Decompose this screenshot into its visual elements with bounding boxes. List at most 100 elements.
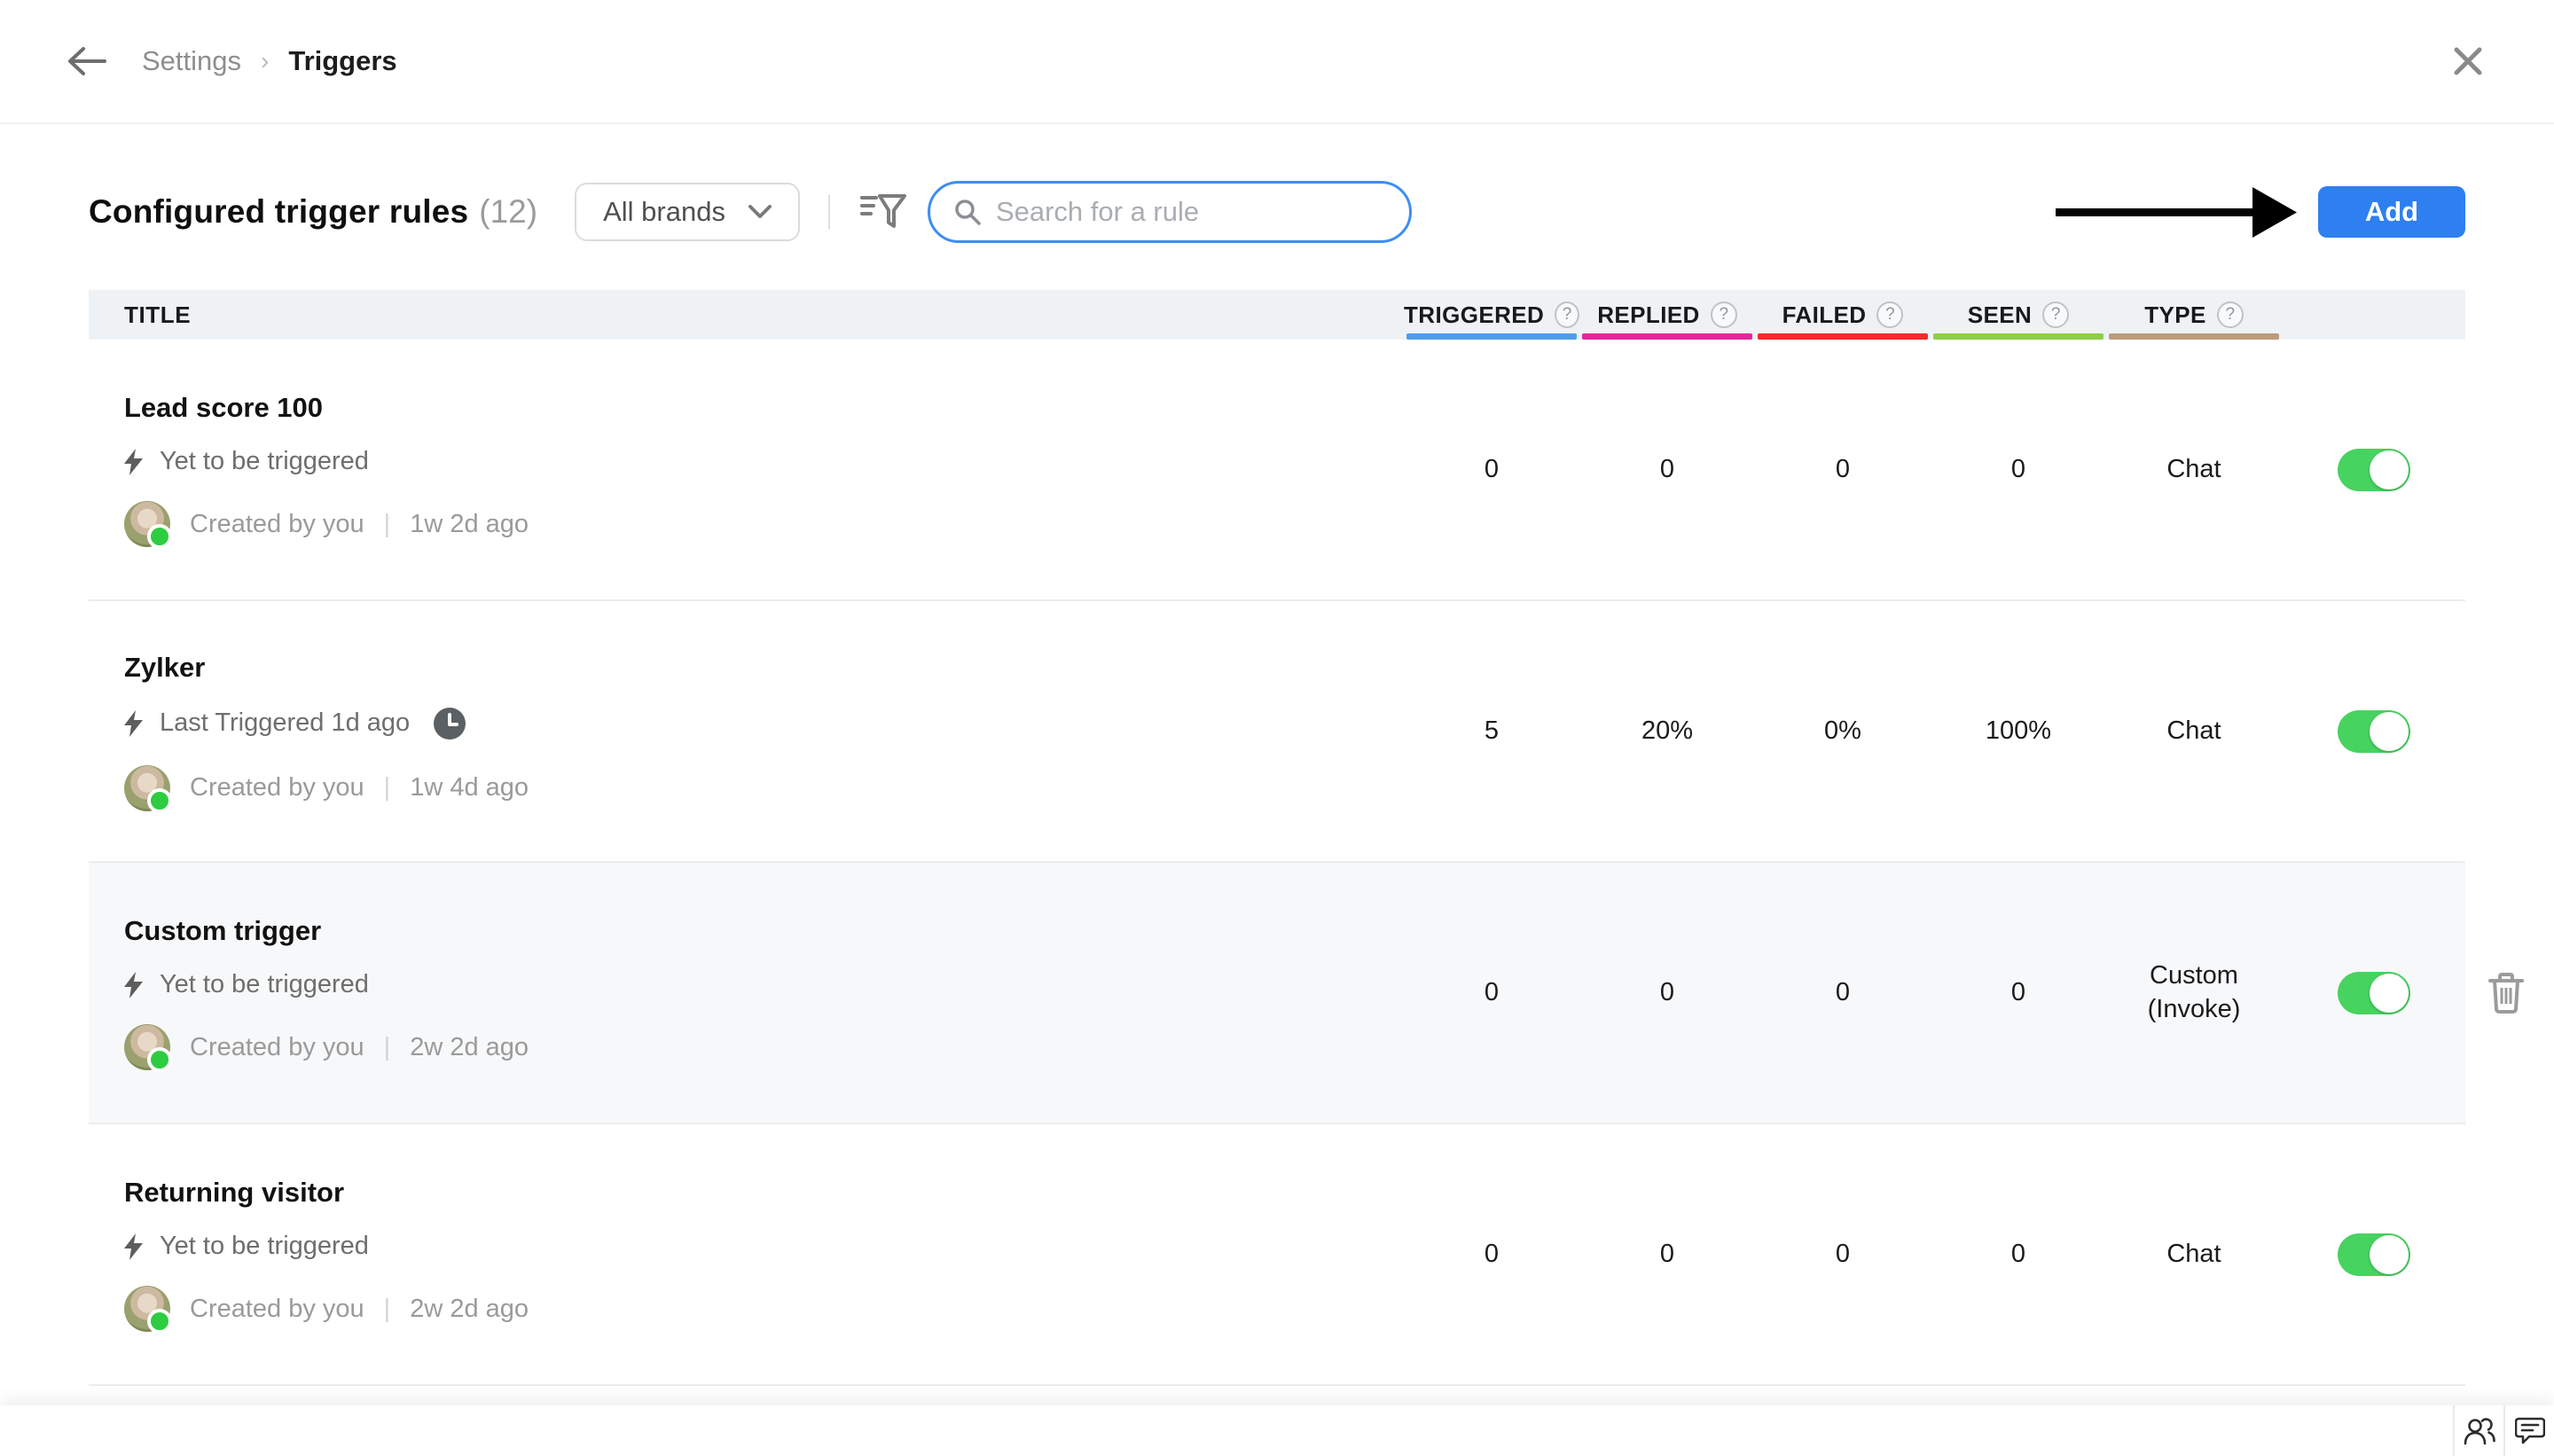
table-row[interactable]: Custom trigger Yet to be triggered Creat… [89,863,2465,1124]
help-icon[interactable]: ? [2217,301,2244,328]
close-button[interactable] [2437,30,2499,92]
delete-button[interactable] [2481,968,2531,1018]
toggle-cell [2282,710,2465,753]
column-header-label: SEEN [1968,301,2032,329]
column-underline [1933,333,2104,340]
top-bar: Settings › Triggers [0,0,2554,124]
creator-avatar[interactable] [124,501,170,547]
rule-status-text: Yet to be triggered [160,970,369,999]
column-header-failed: FAILED ? [1755,290,1931,340]
creator-label: Created by you [190,1295,364,1324]
rule-info: Custom trigger Yet to be triggered Creat… [89,915,1404,1070]
failed-value: 0 [1755,976,1931,1010]
triggered-value: 0 [1404,1238,1579,1272]
seen-value: 0 [1931,1238,2106,1272]
column-header-title: TITLE [89,301,191,329]
search-box [928,181,1412,243]
brand-filter-dropdown[interactable]: All brands [575,183,800,241]
column-header-type: TYPE ? [2106,290,2282,340]
feedback-button[interactable] [2503,1405,2554,1456]
arrow-left-icon [66,46,106,76]
help-icon[interactable]: ? [2042,301,2069,328]
clock-icon[interactable] [433,707,466,740]
column-header-label: REPLIED [1597,301,1699,329]
replied-value: 0 [1579,976,1755,1010]
rule-status-text: Yet to be triggered [160,1232,369,1261]
enable-toggle[interactable] [2338,449,2410,491]
type-value: Custom (Invoke) [2106,959,2282,1026]
enable-toggle[interactable] [2338,710,2410,753]
rule-metrics: 0 0 0 0 Custom (Invoke) [1404,959,2465,1026]
rule-creator: Created by you | 1w 2d ago [124,501,1404,547]
toolbar-divider [828,195,830,229]
toggle-knob [2370,974,2409,1013]
type-value: Chat [2106,715,2282,748]
column-header-label: FAILED [1782,301,1867,329]
page-title: Configured trigger rules [89,193,468,231]
table-row[interactable]: Zylker Last Triggered 1d ago Created by … [89,601,2465,863]
trash-icon [2488,973,2524,1014]
failed-value: 0 [1755,453,1931,487]
creator-avatar[interactable] [124,1024,170,1070]
sort-filter-button[interactable] [858,187,908,237]
agents-button[interactable] [2453,1405,2503,1456]
column-header-label: TRIGGERED [1404,301,1544,329]
rule-status-text: Yet to be triggered [160,447,369,476]
rule-creator: Created by you | 2w 2d ago [124,1024,1404,1070]
replied-value: 0 [1579,1238,1755,1272]
chevron-down-icon [748,205,772,219]
creator-avatar[interactable] [124,1286,170,1332]
rule-creator: Created by you | 2w 2d ago [124,1286,1404,1332]
column-header-triggered: TRIGGERED ? [1404,290,1579,340]
annotation-arrow-icon [2056,176,2299,247]
lightning-bolt-icon [124,449,144,475]
toggle-knob [2370,1235,2409,1274]
help-icon[interactable]: ? [1711,301,1737,328]
rule-status: Yet to be triggered [124,970,1404,999]
created-time: 2w 2d ago [410,1033,529,1062]
rule-status-text: Last Triggered 1d ago [160,708,410,738]
toolbar: Configured trigger rules (12) All brands [89,176,2465,248]
creator-separator: | [384,1295,391,1324]
toggle-cell [2282,449,2465,491]
lightning-bolt-icon [124,1233,144,1260]
seen-value: 100% [1931,715,2106,748]
failed-value: 0 [1755,1238,1931,1272]
column-underline [1406,333,1577,340]
rule-info: Returning visitor Yet to be triggered Cr… [89,1177,1404,1332]
rule-metrics: 0 0 0 0 Chat [1404,1233,2465,1276]
column-header-label: TYPE [2144,301,2206,329]
enable-toggle[interactable] [2338,972,2410,1014]
table-row[interactable]: Returning visitor Yet to be triggered Cr… [89,1124,2465,1386]
triggered-value: 5 [1404,715,1579,748]
feedback-icon [2515,1417,2545,1445]
creator-separator: | [384,510,391,539]
rule-status: Yet to be triggered [124,447,1404,476]
created-time: 1w 2d ago [410,510,529,539]
bottom-status-bar [0,1405,2554,1456]
help-icon[interactable]: ? [1876,301,1903,328]
created-time: 1w 4d ago [410,773,529,802]
rule-creator: Created by you | 1w 4d ago [124,765,1404,811]
help-icon[interactable]: ? [1555,301,1579,328]
toggle-cell [2282,1233,2465,1276]
table-header: TITLE TRIGGERED ? REPLIED ? FAILED ? SEE… [89,290,2465,340]
breadcrumb: Settings › Triggers [142,45,397,77]
enable-toggle[interactable] [2338,1233,2410,1276]
breadcrumb-settings[interactable]: Settings [142,45,241,77]
rule-title: Custom trigger [124,915,1404,947]
search-input[interactable] [996,196,1386,228]
rule-info: Lead score 100 Yet to be triggered Creat… [89,392,1404,547]
lightning-bolt-icon [124,972,144,998]
type-value: Chat [2106,1238,2282,1272]
rule-status: Last Triggered 1d ago [124,707,1404,740]
table-row[interactable]: Lead score 100 Yet to be triggered Creat… [89,340,2465,601]
creator-avatar[interactable] [124,765,170,811]
created-time: 2w 2d ago [410,1295,529,1324]
back-button[interactable] [55,30,117,92]
add-button[interactable]: Add [2318,186,2465,238]
seen-value: 0 [1931,453,2106,487]
filter-list-icon [860,192,906,231]
rule-title: Returning visitor [124,1177,1404,1209]
rule-metrics: 0 0 0 0 Chat [1404,449,2465,491]
